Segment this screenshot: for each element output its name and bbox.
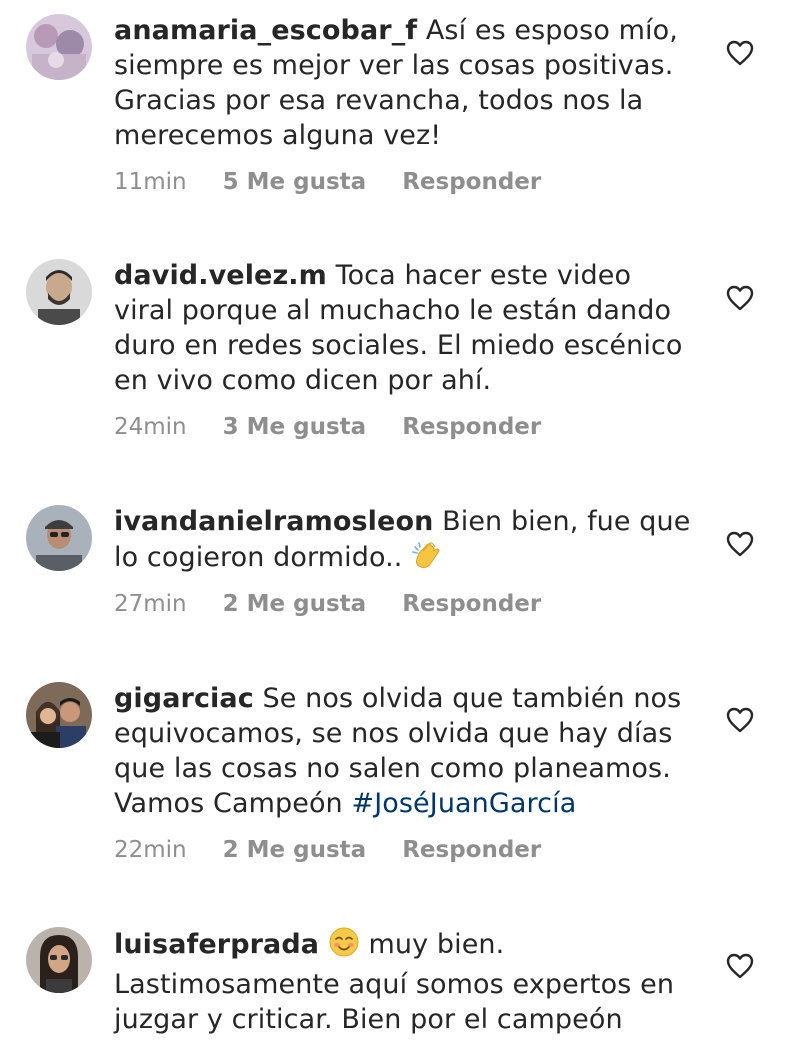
comment-meta: 27min 2 Me gusta Responder (114, 590, 541, 618)
comment-text: david.velez.m Toca hacer este video vira… (114, 258, 694, 398)
comment-text: luisaferprada muy bien. Lastimosamente a… (114, 926, 694, 1037)
comment-username[interactable]: ivandanielramosleon (114, 506, 433, 537)
heart-outline-icon[interactable] (726, 953, 754, 979)
comment-meta: 22min 2 Me gusta Responder (114, 836, 541, 864)
heart-outline-icon[interactable] (726, 285, 754, 311)
comment-time: 24min (114, 414, 187, 440)
user-avatar[interactable] (26, 927, 92, 993)
comment-username[interactable]: anamaria_escobar_f (114, 15, 417, 46)
comment-likes[interactable]: 3 Me gusta (223, 413, 367, 441)
heart-outline-icon[interactable] (726, 40, 754, 66)
heart-outline-icon[interactable] (726, 531, 754, 557)
comment-likes[interactable]: 2 Me gusta (223, 836, 367, 864)
user-avatar[interactable] (26, 259, 92, 325)
reply-button[interactable]: Responder (402, 413, 541, 441)
comment-text: gigarciac Se nos olvida que también nos … (114, 681, 694, 821)
comment-likes[interactable]: 2 Me gusta (223, 590, 367, 618)
comment-time: 27min (114, 591, 187, 617)
smiling-face-emoji (328, 926, 360, 967)
comment-meta: 11min 5 Me gusta Responder (114, 168, 541, 196)
hashtag-link[interactable]: #JoséJuanGarcía (351, 788, 576, 819)
comment-username[interactable]: gigarciac (114, 683, 254, 714)
user-avatar[interactable] (26, 14, 92, 80)
heart-outline-icon[interactable] (726, 707, 754, 733)
reply-button[interactable]: Responder (402, 590, 541, 618)
comment-text: anamaria_escobar_f Así es esposo mío, si… (114, 13, 694, 153)
comment-likes[interactable]: 5 Me gusta (223, 168, 367, 196)
comment-time: 22min (114, 837, 187, 863)
comment-meta: 24min 3 Me gusta Responder (114, 413, 541, 441)
user-avatar[interactable] (26, 682, 92, 748)
clapping-hands-emoji (411, 539, 443, 580)
comment-username[interactable]: david.velez.m (114, 260, 327, 291)
comment-time: 11min (114, 169, 187, 195)
comment-username[interactable]: luisaferprada (114, 929, 319, 960)
reply-button[interactable]: Responder (402, 168, 541, 196)
comment-text: ivandanielramosleon Bien bien, fue que l… (114, 504, 694, 580)
reply-button[interactable]: Responder (402, 836, 541, 864)
user-avatar[interactable] (26, 505, 92, 571)
